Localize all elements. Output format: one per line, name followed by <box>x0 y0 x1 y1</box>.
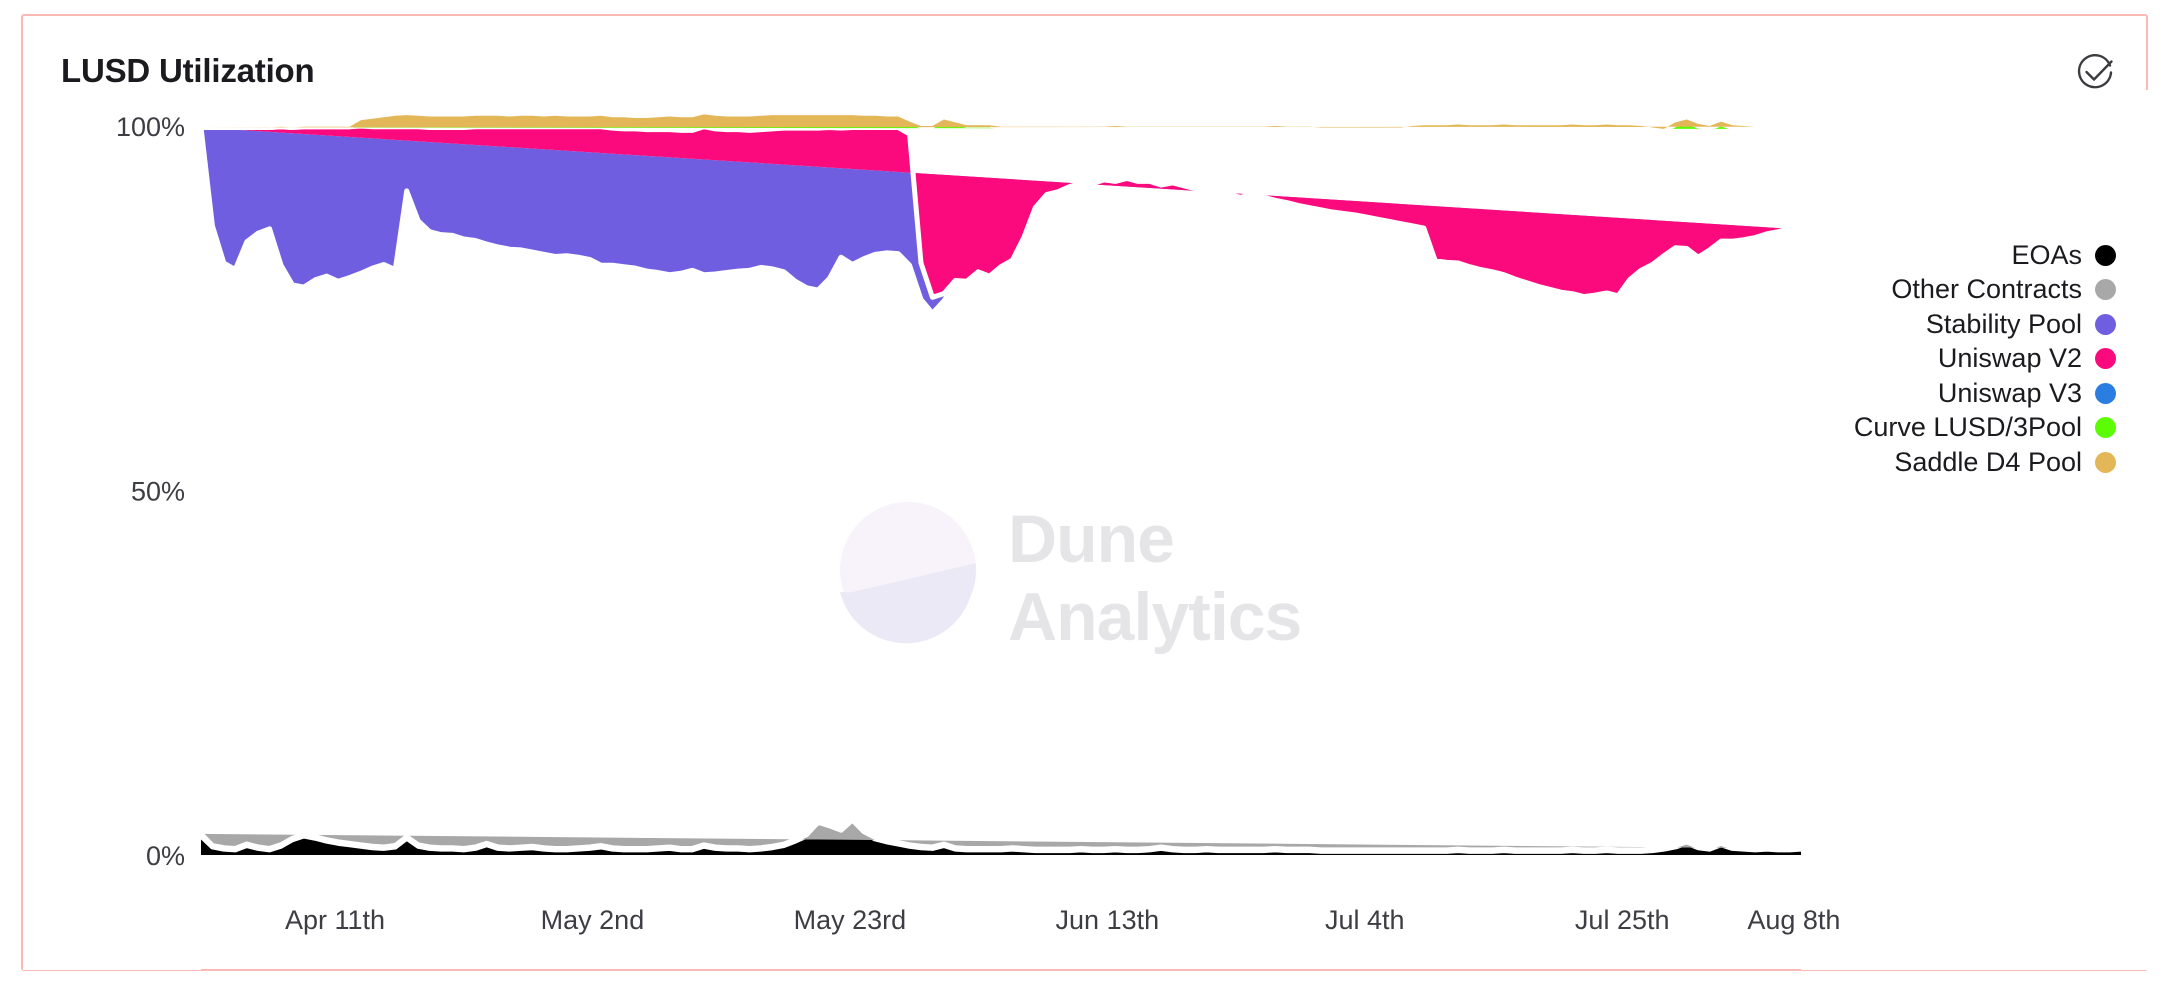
legend-color-swatch <box>2095 313 2116 335</box>
legend-item-label: Uniswap V2 <box>1937 343 2082 374</box>
x-tick-label: May 2nd <box>541 905 645 935</box>
card-header: LUSD Utilization <box>23 16 2146 96</box>
legend-color-swatch <box>2095 417 2116 439</box>
screenshot-root: LUSD Utilization Dune Analytics 100% 50% 0% A… <box>0 0 2170 991</box>
legend-item-label: EOAs <box>2011 239 2082 270</box>
legend-color-swatch <box>2095 244 2116 266</box>
x-tick-label: May 23rd <box>794 905 907 935</box>
legend-item[interactable]: Other Contracts <box>1686 273 2116 308</box>
y-tick-label: 50% <box>131 477 185 507</box>
legend-item[interactable]: Uniswap V3 <box>1686 376 2116 411</box>
stacked-area-chart: DuneAnalytics 100% 50% 0% Apr 11th May 2nd May… <box>23 90 2148 970</box>
x-tick-label: Apr 11th <box>285 905 385 935</box>
svg-text:Dune: Dune <box>1008 501 1174 577</box>
legend-item-label: Stability Pool <box>1925 308 2082 339</box>
x-axis: Apr 11th May 2nd May 23rd Jun 13th Jul 4th Ju… <box>285 905 1840 935</box>
chart-legend: EOAs Other Contracts Stability Pool Uniswap… <box>1686 238 2116 480</box>
legend-color-swatch <box>2095 451 2116 473</box>
x-tick-label: Jul 25th <box>1575 905 1670 935</box>
legend-color-swatch <box>2095 382 2116 404</box>
legend-color-swatch <box>2095 348 2116 370</box>
chart-series-group <box>198 111 1802 855</box>
legend-item-label: Curve LUSD/3Pool <box>1853 412 2082 443</box>
legend-item-label: Saddle D4 Pool <box>1894 446 2082 477</box>
x-tick-label: Jul 4th <box>1325 905 1405 935</box>
x-tick-label: Jun 13th <box>1056 905 1160 935</box>
circle-check-icon[interactable] <box>2074 52 2116 94</box>
plot-edge-mask <box>1801 90 2148 970</box>
legend-item[interactable]: Curve LUSD/3Pool <box>1686 411 2116 446</box>
legend-item[interactable]: EOAs <box>1686 238 2116 273</box>
dune-analytics-watermark: DuneAnalytics <box>840 501 1302 655</box>
legend-item-label: Other Contracts <box>1891 274 2082 305</box>
page-title: LUSD Utilization <box>61 52 315 89</box>
y-tick-label: 0% <box>146 841 185 871</box>
chart-area: Dune Analytics 100% 50% 0% Apr 11th May 2nd May… <box>23 90 2148 970</box>
legend-item[interactable]: Saddle D4 Pool <box>1686 445 2116 480</box>
legend-item-label: Uniswap V3 <box>1937 377 2082 408</box>
legend-item[interactable]: Uniswap V2 <box>1686 342 2116 377</box>
x-tick-label: Aug 8th <box>1747 905 1840 935</box>
legend-item[interactable]: Stability Pool <box>1686 307 2116 342</box>
y-tick-label: 100% <box>116 112 185 142</box>
svg-text:Analytics: Analytics <box>1008 579 1301 655</box>
legend-color-swatch <box>2095 279 2116 301</box>
plot-edge-mask <box>23 90 201 970</box>
lusd-utilization-card: LUSD Utilization Dune Analytics 100% 50% 0% A… <box>21 14 2148 971</box>
